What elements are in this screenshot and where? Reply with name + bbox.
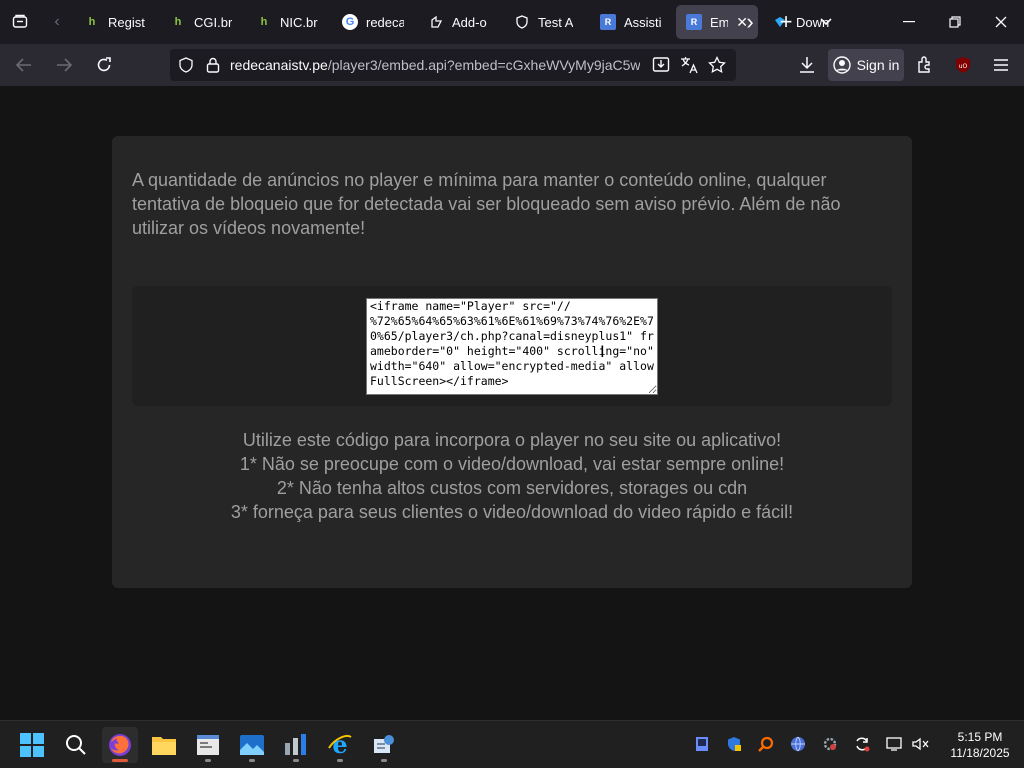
tab-label: Add-o (452, 14, 487, 30)
tab-nic[interactable]: h NIC.br (246, 5, 328, 39)
tab-list-icon[interactable] (0, 0, 40, 44)
tab-assist[interactable]: R Assisti (590, 5, 672, 39)
svg-text:uO: uO (959, 63, 968, 70)
scroll-tabs-left-icon[interactable]: ‹ (40, 0, 74, 44)
new-tab-icon[interactable]: + (766, 0, 806, 44)
url-text[interactable]: redecanaistv.pe/player3/embed.api?embed=… (230, 57, 640, 73)
extensions-icon[interactable] (912, 52, 938, 78)
clock-time: 5:15 PM (957, 730, 1003, 744)
site-icon: R (600, 14, 616, 30)
tab-strip: ‹ h Regist h CGI.br h NIC.br G redeca Ad… (0, 0, 1024, 44)
url-bar[interactable]: redecanaistv.pe/player3/embed.api?embed=… (170, 49, 736, 81)
embed-code-container: <iframe name="Player" src="// %72%65%64%… (132, 286, 892, 406)
back-arrow-icon[interactable] (6, 49, 42, 81)
minimize-icon[interactable] (886, 0, 932, 44)
tab-redeca[interactable]: G redeca (332, 5, 414, 39)
info-text-block: Utilize este código para incorpora o pla… (112, 428, 912, 524)
task-manager-icon[interactable] (278, 727, 314, 763)
list-all-tabs-chevron-down-icon[interactable] (806, 0, 846, 44)
bookmark-h-icon: h (174, 16, 182, 28)
info-line: 3* forneça para seus clientes o video/do… (230, 502, 794, 522)
install-page-icon[interactable] (652, 56, 670, 74)
tab-addons[interactable]: Add-o (418, 5, 500, 39)
downloads-icon[interactable] (794, 52, 820, 78)
bookmark-h-icon: h (260, 16, 268, 28)
search-icon[interactable] (58, 727, 94, 763)
info-line: Utilize este código para incorpora o pla… (242, 430, 782, 450)
tab-cgi[interactable]: h CGI.br (160, 5, 242, 39)
hamburger-menu-icon[interactable] (988, 52, 1014, 78)
embed-code-textarea[interactable]: <iframe name="Player" src="// %72%65%64%… (366, 298, 658, 395)
text-cursor-icon: I (600, 342, 605, 361)
tab-label: Assisti (624, 14, 662, 30)
firefox-taskbar-icon[interactable] (102, 727, 138, 763)
tab-test[interactable]: Test A (504, 5, 586, 39)
tab-regist[interactable]: h Regist (74, 5, 156, 39)
security-shield-icon[interactable] (724, 734, 744, 754)
tab-label: Test A (538, 14, 574, 30)
app-window-icon[interactable] (190, 727, 226, 763)
tab-label: Regist (108, 14, 145, 30)
sign-in-label: Sign in (856, 57, 900, 73)
page-viewport: A quantidade de anúncios no player e mín… (0, 86, 1024, 720)
lock-icon[interactable] (206, 57, 222, 73)
maximize-icon[interactable] (932, 0, 978, 44)
info-line: 1* Não se preocupe com o video/download,… (239, 454, 785, 474)
embed-card: A quantidade de anúncios no player e mín… (112, 136, 912, 588)
translate-icon[interactable] (680, 56, 698, 74)
reload-icon[interactable] (86, 49, 122, 81)
network-app-icon[interactable] (366, 727, 402, 763)
volume-muted-icon[interactable] (910, 734, 930, 754)
bookmark-h-icon: h (88, 16, 96, 28)
url-path: /player3/embed.api?embed=cGxheWVyMy9jaC5… (327, 57, 640, 73)
tray-search-icon[interactable] (756, 734, 776, 754)
start-windows-icon[interactable] (14, 727, 50, 763)
forward-arrow-icon[interactable] (46, 49, 82, 81)
system-clock[interactable]: 5:15 PM 11/18/2025 (942, 729, 1018, 761)
tray-app-icon[interactable] (692, 734, 712, 754)
site-icon: R (686, 14, 702, 30)
windows-taskbar: e 5:15 PM 11/18/2025 (0, 720, 1024, 768)
navigation-toolbar: redecanaistv.pe/player3/embed.api?embed=… (0, 44, 1024, 86)
ublock-origin-icon[interactable]: uO (950, 52, 976, 78)
tray-globe-icon[interactable] (788, 734, 808, 754)
tab-label: Emb (710, 14, 729, 30)
bookmark-star-icon[interactable] (708, 56, 726, 74)
url-host: redecanaistv.pe (230, 57, 328, 73)
ad-warning-text: A quantidade de anúncios no player e mín… (132, 170, 841, 238)
tray-sync-icon[interactable] (852, 734, 872, 754)
tray-settings-icon[interactable] (820, 734, 840, 754)
tracking-protection-shield-icon[interactable] (178, 57, 196, 73)
close-window-icon[interactable] (978, 0, 1024, 44)
scroll-tabs-right-icon[interactable]: › (730, 0, 770, 44)
tab-label: redeca (366, 14, 404, 30)
sign-in-button[interactable]: Sign in (828, 49, 904, 81)
display-icon[interactable] (884, 734, 904, 754)
file-explorer-icon[interactable] (146, 727, 182, 763)
google-icon: G (342, 14, 358, 30)
internet-explorer-icon[interactable]: e (322, 727, 358, 763)
tab-label: NIC.br (280, 14, 318, 30)
clock-date: 11/18/2025 (950, 746, 1010, 760)
photos-app-icon[interactable] (234, 727, 270, 763)
tab-label: CGI.br (194, 14, 232, 30)
account-icon (832, 56, 851, 74)
info-line: 2* Não tenha altos custos com servidores… (276, 478, 748, 498)
addon-icon (428, 14, 444, 30)
shield-icon (514, 14, 530, 30)
